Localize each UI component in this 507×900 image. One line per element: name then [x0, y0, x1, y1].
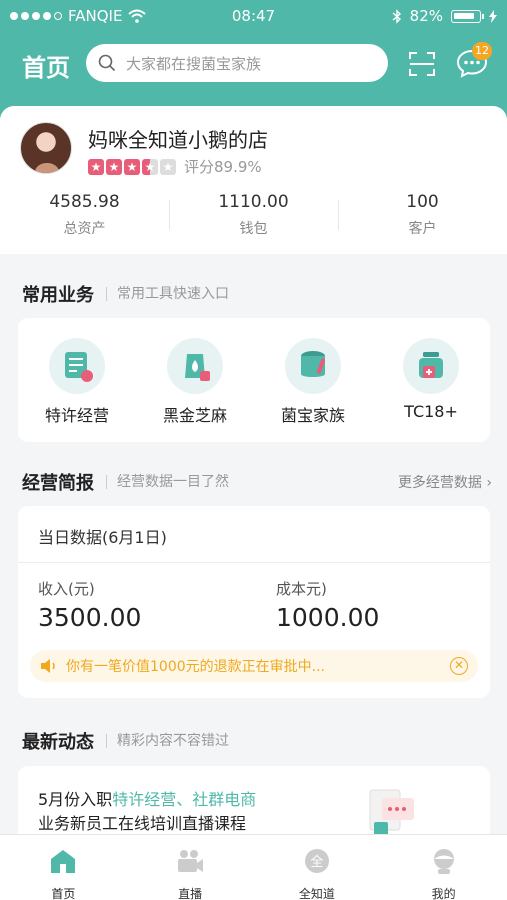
report-date: 当日数据(6月1日) [38, 528, 167, 547]
close-icon[interactable]: ✕ [450, 657, 468, 675]
report-card: 当日数据(6月1日) 收入(元) 3500.00 成本元) 1000.00 你有… [18, 506, 490, 698]
star-icon: ★ [124, 158, 140, 175]
stat-label: 客户 [408, 221, 437, 237]
charging-icon [489, 9, 497, 23]
news-thumbnail-icon [369, 789, 414, 838]
message-badge: 12 [472, 42, 492, 60]
svg-text:全: 全 [310, 854, 323, 870]
rating-label: 评分89.9% [184, 158, 262, 176]
star-icon: ★ [88, 158, 104, 175]
rating: ★ ★ ★ ★ ★ 评分89.9% [88, 156, 262, 177]
search-placeholder: 大家都在搜菌宝家族 [126, 54, 262, 73]
shop-name: 妈咪全知道小鹅的店 [88, 128, 268, 152]
news-prefix: 5月份入职 [38, 790, 113, 809]
cost-value: 1000.00 [276, 603, 380, 632]
services-grid: 特许经营 黑金芝麻 菌宝家族 TC18+ [18, 318, 490, 442]
speaker-icon [41, 659, 55, 673]
battery-icon [451, 9, 484, 23]
status-bar: FANQIE 08:47 82% [0, 0, 507, 32]
news-highlight: 特许经营、社群电商 [112, 790, 257, 809]
section-subtitle: 精彩内容不容错过 [106, 734, 229, 748]
video-camera-icon [178, 850, 204, 872]
battery-percent: 82% [409, 7, 443, 25]
service-junbao-family[interactable]: 菌宝家族 [254, 318, 372, 442]
tab-label: 直播 [178, 887, 203, 900]
tab-mine[interactable]: 我的 [380, 835, 507, 900]
section-title: 最新动态 [22, 732, 94, 753]
stat-value: 100 [406, 192, 439, 212]
more-data-link[interactable]: 更多经营数据 › [398, 472, 492, 492]
service-label: TC18+ [404, 402, 458, 421]
section-subtitle: 经营数据一目了然 [106, 475, 229, 489]
tab-label: 我的 [431, 887, 456, 900]
cost-block: 成本元) 1000.00 [276, 578, 379, 632]
stat-value: 4585.98 [49, 192, 120, 212]
scan-icon[interactable] [408, 50, 436, 78]
news-title-line2: 业务新员工在线培训直播课程 [38, 814, 247, 833]
jar-icon [403, 338, 459, 394]
service-label: 黑金芝麻 [162, 406, 227, 425]
bluetooth-icon [392, 8, 401, 24]
tab-label: 全知道 [298, 887, 335, 900]
home-icon [51, 850, 76, 873]
service-label: 菌宝家族 [280, 406, 345, 425]
section-subtitle: 常用工具快速入口 [106, 287, 229, 301]
news-header: 最新动态 精彩内容不容错过 [22, 728, 492, 754]
chevron-right-icon: › [486, 475, 492, 491]
seed-bag-icon [167, 338, 223, 394]
avatar[interactable] [20, 122, 72, 174]
refund-notice[interactable]: 你有一笔价值1000元的退款正在审批中... ✕ [30, 650, 478, 682]
section-title: 经营简报 [22, 473, 94, 494]
search-icon [98, 54, 116, 72]
profile-card[interactable]: 妈咪全知道小鹅的店 ★ ★ ★ ★ ★ 评分89.9% 4585.98 总资产 … [0, 106, 507, 254]
tab-home[interactable]: 首页 [0, 835, 127, 900]
service-franchise[interactable]: 特许经营 [18, 318, 136, 442]
tube-icon [285, 338, 341, 394]
document-icon [49, 338, 105, 394]
service-label: 特许经营 [44, 406, 109, 425]
stat-wallet[interactable]: 1110.00 钱包 [169, 190, 338, 250]
news-title-line1: 5月份入职特许经营、社群电商 [38, 786, 256, 810]
profile-icon [433, 849, 454, 874]
income-block: 收入(元) 3500.00 [38, 578, 141, 632]
services-header: 常用业务 常用工具快速入口 [22, 281, 492, 307]
page-title: 首页 [22, 54, 70, 82]
tab-live[interactable]: 直播 [127, 835, 254, 900]
star-icon: ★ [106, 158, 122, 175]
stat-total-assets[interactable]: 4585.98 总资产 [0, 190, 169, 250]
divider [18, 562, 490, 563]
report-header: 经营简报 经营数据一目了然 更多经营数据 › [22, 469, 492, 495]
star-empty-icon: ★ [160, 158, 176, 175]
service-tc18[interactable]: TC18+ [372, 318, 490, 442]
stat-label: 总资产 [63, 221, 106, 237]
stat-customers[interactable]: 100 客户 [338, 190, 507, 250]
service-black-sesame[interactable]: 黑金芝麻 [136, 318, 254, 442]
notice-text: 你有一笔价值1000元的退款正在审批中... [66, 659, 325, 675]
section-title: 常用业务 [22, 285, 94, 306]
more-data-label: 更多经营数据 [397, 475, 482, 491]
cost-label: 成本元) [276, 580, 327, 598]
knowledge-icon: 全 [304, 849, 329, 873]
tab-bar: 首页 直播 全 全知道 我的 [0, 834, 507, 900]
tab-knowledge[interactable]: 全 全知道 [254, 835, 381, 900]
stat-label: 钱包 [239, 221, 268, 237]
tab-label: 首页 [51, 887, 76, 900]
star-half-icon: ★ [142, 158, 158, 175]
stat-value: 1110.00 [218, 192, 289, 212]
stats-row: 4585.98 总资产 1110.00 钱包 100 客户 [0, 190, 507, 250]
search-input[interactable]: 大家都在搜菌宝家族 [86, 44, 388, 82]
income-value: 3500.00 [38, 603, 142, 632]
income-label: 收入(元) [38, 580, 95, 598]
